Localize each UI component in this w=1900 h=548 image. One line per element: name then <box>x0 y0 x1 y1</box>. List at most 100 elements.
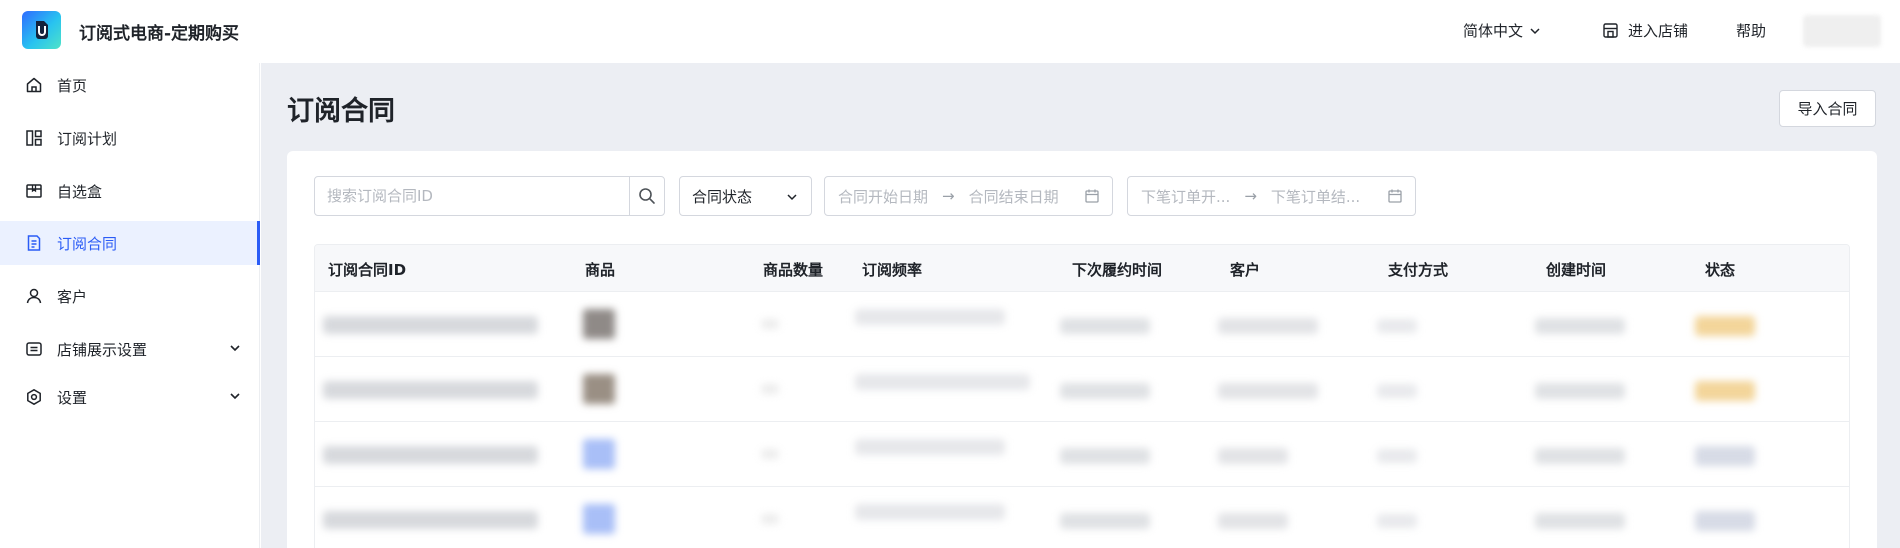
range-arrow: → <box>942 187 955 205</box>
payment-cell <box>1377 449 1417 463</box>
quantity-cell <box>761 384 779 394</box>
payment-cell <box>1377 384 1417 398</box>
created-time-cell <box>1535 318 1625 334</box>
column-header: 下次履约时间 <box>1072 261 1163 279</box>
import-contract-button[interactable]: 导入合同 <box>1779 90 1876 127</box>
product-thumbnail <box>583 309 615 339</box>
contract-end-date-input[interactable]: 合同结束日期 <box>969 186 1059 207</box>
next-fulfillment-cell <box>1060 513 1150 529</box>
column-header: 商品 <box>585 261 616 279</box>
column-header: 支付方式 <box>1388 261 1449 279</box>
order-end-date-input[interactable]: 下笔订单结... <box>1271 186 1360 207</box>
store-display-icon <box>24 339 44 359</box>
plan-icon <box>24 128 44 148</box>
product-thumbnail <box>583 374 615 404</box>
sidebar-item-contracts[interactable]: 订阅合同 <box>0 221 260 265</box>
table-row[interactable] <box>315 486 1849 548</box>
app-logo[interactable] <box>22 11 61 49</box>
contract-id-cell[interactable] <box>323 381 538 399</box>
table-header: 订阅合同ID 商品 商品数量 订阅频率 下次履约时间 客户 支付方式 创建时间 … <box>315 245 1849 291</box>
table-row[interactable] <box>315 421 1849 486</box>
chevron-down-icon <box>230 393 240 400</box>
table-row[interactable] <box>315 356 1849 421</box>
logo-icon <box>35 21 48 39</box>
calendar-icon <box>1085 189 1099 203</box>
main-content: 订阅合同 导入合同 合同状态 合同开始日期 → 合同结束日期 下笔订单开... … <box>261 63 1900 548</box>
customer-cell <box>1218 513 1288 529</box>
contract-date-range[interactable]: 合同开始日期 → 合同结束日期 <box>824 176 1113 216</box>
search-button[interactable] <box>629 177 664 215</box>
chevron-down-icon <box>230 345 240 352</box>
sidebar-item-label: 订阅计划 <box>57 129 118 148</box>
sidebar-item-customers[interactable]: 客户 <box>0 274 260 318</box>
status-badge <box>1695 381 1755 401</box>
created-time-cell <box>1535 448 1625 464</box>
contract-icon <box>24 233 44 253</box>
created-time-cell <box>1535 513 1625 529</box>
language-selector[interactable]: 简体中文 <box>1463 20 1541 41</box>
top-bar: 订阅式电商-定期购买 简体中文 进入店铺 帮助 <box>0 0 1900 63</box>
customer-cell <box>1218 383 1318 399</box>
sidebar-item-settings[interactable]: 设置 <box>0 375 260 419</box>
box-icon <box>24 181 44 201</box>
account-avatar[interactable] <box>1803 15 1881 47</box>
enter-store-link[interactable]: 进入店铺 <box>1602 20 1688 41</box>
status-badge <box>1695 316 1755 336</box>
calendar-icon <box>1388 189 1402 203</box>
user-icon <box>24 286 44 306</box>
product-thumbnail <box>583 504 615 534</box>
store-icon <box>1603 23 1618 38</box>
created-time-cell <box>1535 383 1625 399</box>
contract-status-select[interactable]: 合同状态 <box>679 176 812 216</box>
contracts-table: 订阅合同ID 商品 商品数量 订阅频率 下次履约时间 客户 支付方式 创建时间 … <box>314 244 1850 548</box>
column-header: 状态 <box>1705 261 1736 279</box>
customer-cell <box>1218 318 1318 334</box>
home-icon <box>24 75 44 95</box>
quantity-cell <box>761 514 779 524</box>
column-header: 商品数量 <box>763 261 824 279</box>
help-link[interactable]: 帮助 <box>1736 20 1766 41</box>
sidebar-item-label: 设置 <box>57 388 88 407</box>
settings-icon <box>24 387 44 407</box>
language-label: 简体中文 <box>1463 22 1524 40</box>
contract-id-cell[interactable] <box>323 446 538 464</box>
sidebar-item-label: 自选盒 <box>57 182 103 201</box>
frequency-cell <box>855 439 1005 455</box>
sidebar-item-plans[interactable]: 订阅计划 <box>0 116 260 160</box>
search-box <box>314 176 665 216</box>
select-value: 合同状态 <box>692 187 753 206</box>
frequency-cell <box>855 504 1005 520</box>
page-title: 订阅合同 <box>287 96 395 127</box>
next-fulfillment-cell <box>1060 383 1150 399</box>
frequency-cell <box>855 309 1005 325</box>
payment-cell <box>1377 514 1417 528</box>
sidebar: 首页 订阅计划 自选盒 订阅合同 客户 店铺展示设置 设置 <box>0 63 260 548</box>
next-fulfillment-cell <box>1060 448 1150 464</box>
quantity-cell <box>761 449 779 459</box>
sidebar-item-box[interactable]: 自选盒 <box>0 169 260 213</box>
sidebar-item-label: 首页 <box>57 76 88 95</box>
app-title: 订阅式电商-定期购买 <box>79 24 240 44</box>
search-input[interactable] <box>315 177 629 215</box>
chevron-down-icon <box>787 194 797 201</box>
contract-start-date-input[interactable]: 合同开始日期 <box>825 186 928 207</box>
sidebar-item-label: 店铺展示设置 <box>57 340 148 359</box>
range-arrow: → <box>1244 187 1257 205</box>
product-thumbnail <box>583 439 615 469</box>
table-row[interactable] <box>315 291 1849 356</box>
column-header: 客户 <box>1230 261 1261 279</box>
sidebar-item-home[interactable]: 首页 <box>0 63 260 107</box>
column-header: 订阅频率 <box>862 261 923 279</box>
quantity-cell <box>761 319 779 329</box>
contract-id-cell[interactable] <box>323 316 538 334</box>
next-fulfillment-cell <box>1060 318 1150 334</box>
chevron-down-icon <box>1530 27 1540 34</box>
order-date-range[interactable]: 下笔订单开... → 下笔订单结... <box>1127 176 1416 216</box>
sidebar-item-store-display[interactable]: 店铺展示设置 <box>0 327 260 371</box>
sidebar-item-label: 订阅合同 <box>57 234 118 253</box>
status-badge <box>1695 446 1755 466</box>
customer-cell <box>1218 448 1288 464</box>
status-badge <box>1695 511 1755 531</box>
contract-id-cell[interactable] <box>323 511 538 529</box>
order-start-date-input[interactable]: 下笔订单开... <box>1128 186 1230 207</box>
